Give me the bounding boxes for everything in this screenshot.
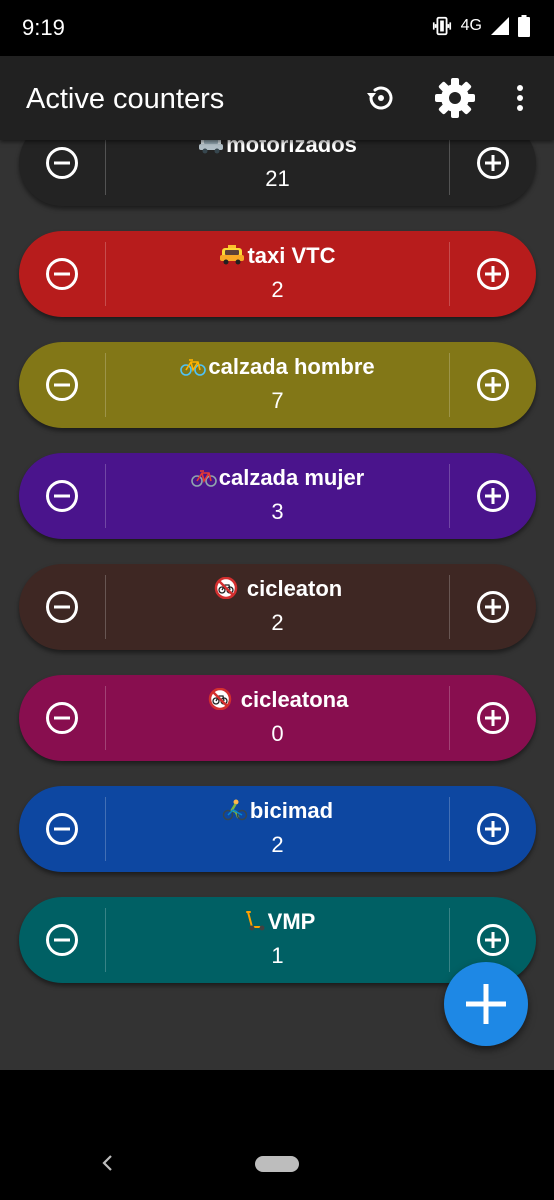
- counter-card: motorizados 21: [19, 140, 536, 206]
- decrement-button[interactable]: [19, 564, 105, 650]
- counter-value: 7: [271, 388, 284, 413]
- no-bicycles-icon: [208, 688, 231, 710]
- plus-circle-icon: [477, 924, 509, 956]
- counter-card: bicimad 2: [19, 786, 536, 872]
- minus-circle-icon: [46, 258, 78, 290]
- plus-circle-icon: [477, 369, 509, 401]
- counter-label: cicleaton: [246, 576, 343, 601]
- bicycle-icon: [180, 359, 207, 376]
- navigation-bar: [0, 1070, 554, 1200]
- decrement-button[interactable]: [19, 675, 105, 761]
- plus-circle-icon: [477, 591, 509, 623]
- counter-label: VMP: [267, 909, 316, 934]
- counter-title: calzada mujer: [106, 465, 449, 491]
- history-button[interactable]: [356, 74, 404, 122]
- counter-title: cicleatona: [106, 687, 449, 713]
- status-time: 9:19: [22, 15, 65, 40]
- counter-label: calzada hombre: [208, 354, 375, 379]
- status-bar: 9:19 4G: [0, 0, 554, 56]
- counter-label: motorizados: [226, 140, 357, 157]
- counter-title: cicleaton: [106, 576, 449, 602]
- increment-button[interactable]: [450, 231, 536, 317]
- minus-circle-icon: [46, 813, 78, 845]
- decrement-button[interactable]: [19, 231, 105, 317]
- signal-icon: [491, 17, 509, 35]
- plus-circle-icon: [477, 813, 509, 845]
- counter-value: 1: [271, 943, 284, 968]
- decrement-button[interactable]: [19, 453, 105, 539]
- counter-label: calzada mujer: [218, 465, 365, 490]
- more-vert-icon: [517, 85, 523, 111]
- counter-value: 2: [271, 610, 284, 635]
- counter-value: 2: [271, 277, 284, 302]
- increment-button[interactable]: [450, 140, 536, 206]
- car-icon: [199, 140, 224, 154]
- status-icons: 4G: [431, 14, 530, 38]
- increment-button[interactable]: [450, 675, 536, 761]
- vibrate-icon: [432, 16, 451, 36]
- counter-title: VMP: [106, 909, 449, 935]
- counter-title: calzada hombre: [106, 354, 449, 380]
- network-type: 4G: [460, 17, 482, 34]
- increment-button[interactable]: [450, 342, 536, 428]
- counter-card: calzada hombre 7: [19, 342, 536, 428]
- decrement-button[interactable]: [19, 897, 105, 983]
- more-options-button[interactable]: [496, 74, 544, 122]
- decrement-button[interactable]: [19, 342, 105, 428]
- counter-card: taxi VTC 2: [19, 231, 536, 317]
- counter-title: taxi VTC: [106, 243, 449, 269]
- counter-value: 0: [271, 721, 284, 746]
- home-pill[interactable]: [255, 1156, 299, 1172]
- gear-icon: [435, 78, 475, 118]
- plus-icon: [466, 984, 506, 1024]
- counter-card: VMP 1: [19, 897, 536, 983]
- bicycle-icon: [190, 470, 217, 487]
- battery-icon: [518, 15, 530, 37]
- plus-circle-icon: [477, 702, 509, 734]
- counter-card: cicleatona 0: [19, 675, 536, 761]
- minus-circle-icon: [46, 480, 78, 512]
- decrement-button[interactable]: [19, 786, 105, 872]
- minus-circle-icon: [46, 924, 78, 956]
- back-button[interactable]: [94, 1150, 120, 1176]
- app-bar: Active counters: [0, 56, 554, 140]
- no-bicycles-icon: [214, 577, 237, 599]
- person-biking-icon: [222, 799, 248, 821]
- counter-label: taxi VTC: [247, 243, 336, 268]
- scooter-icon: [245, 911, 265, 931]
- minus-circle-icon: [46, 147, 78, 179]
- increment-button[interactable]: [450, 564, 536, 650]
- increment-button[interactable]: [450, 786, 536, 872]
- counter-value: 2: [271, 832, 284, 857]
- counter-title: motorizados: [106, 140, 449, 158]
- taxi-icon: [220, 245, 245, 265]
- minus-circle-icon: [46, 702, 78, 734]
- minus-circle-icon: [46, 369, 78, 401]
- counter-card: cicleaton 2: [19, 564, 536, 650]
- counter-card: calzada mujer 3: [19, 453, 536, 539]
- counter-list[interactable]: motorizados 21 taxi VTC 2 calzada hombre…: [0, 140, 554, 1070]
- minus-circle-icon: [46, 591, 78, 623]
- decrement-button[interactable]: [19, 140, 105, 206]
- counter-label: cicleatona: [240, 687, 349, 712]
- add-counter-button[interactable]: [444, 962, 528, 1046]
- counter-label: bicimad: [249, 798, 334, 823]
- increment-button[interactable]: [450, 453, 536, 539]
- plus-circle-icon: [477, 147, 509, 179]
- page-title: Active counters: [26, 83, 225, 115]
- plus-circle-icon: [477, 480, 509, 512]
- settings-button[interactable]: [431, 74, 479, 122]
- counter-title: bicimad: [106, 798, 449, 824]
- counter-value: 21: [265, 166, 290, 191]
- back-icon: [102, 1155, 112, 1171]
- counter-value: 3: [271, 499, 284, 524]
- history-icon: [367, 86, 393, 110]
- plus-circle-icon: [477, 258, 509, 290]
